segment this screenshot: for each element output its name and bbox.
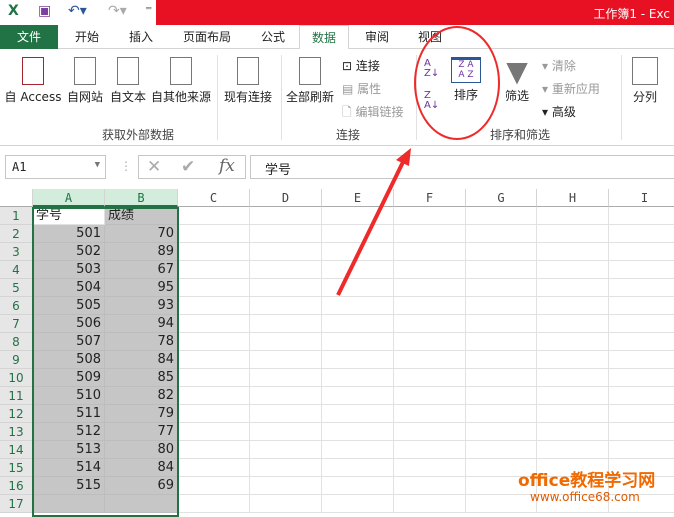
annotation-arrow bbox=[336, 159, 406, 296]
watermark-url: www.office68.com bbox=[530, 490, 640, 504]
arrow-head-icon bbox=[396, 148, 411, 166]
annotation-overlay bbox=[336, 26, 500, 296]
watermark-title: office教程学习网 bbox=[518, 471, 656, 491]
annotation-ellipse bbox=[414, 26, 500, 140]
